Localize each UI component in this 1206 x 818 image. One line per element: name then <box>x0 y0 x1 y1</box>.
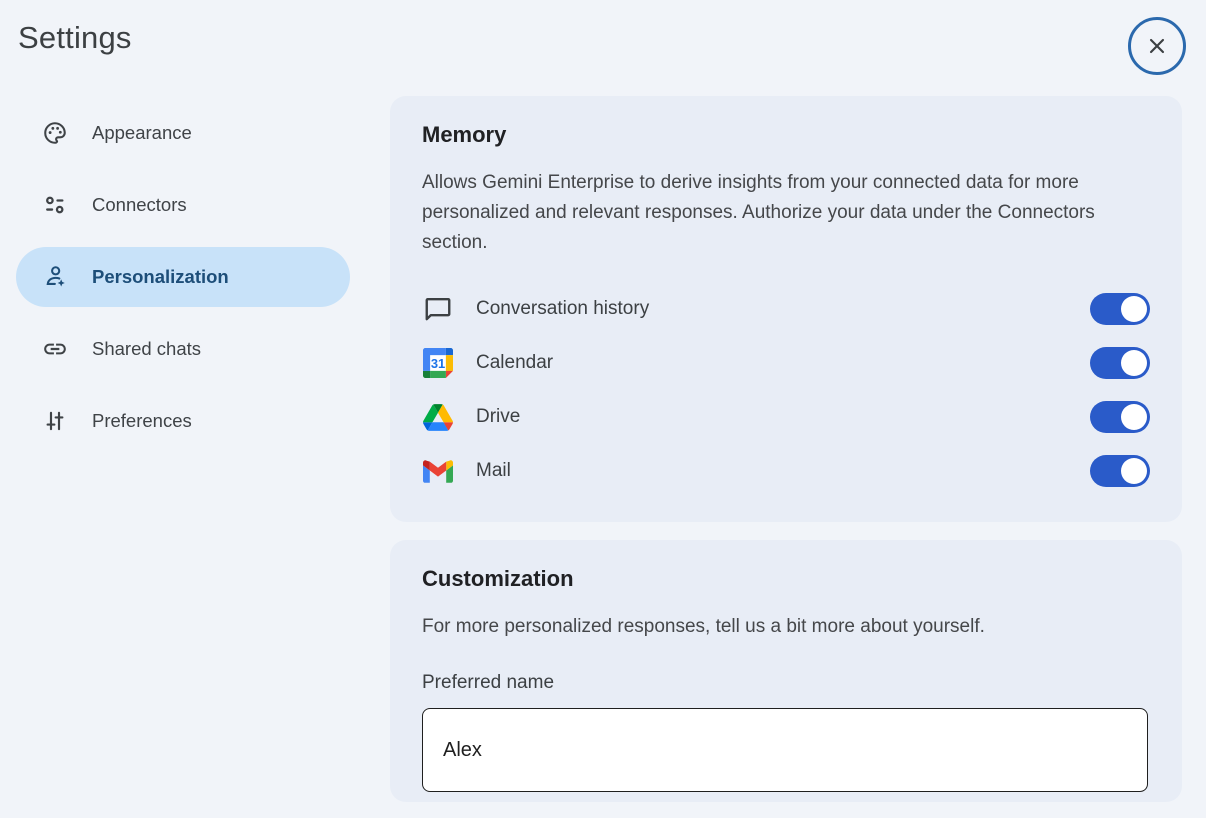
sidebar-item-label: Shared chats <box>92 338 201 360</box>
memory-title: Memory <box>422 122 1150 148</box>
memory-row-calendar: 31 Calendar <box>422 336 1150 390</box>
customization-title: Customization <box>422 566 1150 592</box>
toggle-knob <box>1121 296 1147 322</box>
connectors-icon <box>42 192 68 218</box>
toggle-calendar[interactable] <box>1090 347 1150 379</box>
google-calendar-icon: 31 <box>422 347 454 379</box>
page-title: Settings <box>18 20 132 56</box>
customization-description: For more personalized responses, tell us… <box>422 612 1128 642</box>
memory-row-label: Calendar <box>476 352 1090 374</box>
customization-card: Customization For more personalized resp… <box>390 540 1182 802</box>
chat-bubble-icon <box>422 293 454 325</box>
gmail-icon <box>422 455 454 487</box>
sidebar-item-preferences[interactable]: Preferences <box>16 391 350 451</box>
toggle-knob <box>1121 458 1147 484</box>
sidebar-item-label: Connectors <box>92 194 187 216</box>
toggle-conversation-history[interactable] <box>1090 293 1150 325</box>
toggle-mail[interactable] <box>1090 455 1150 487</box>
preferred-name-input[interactable] <box>422 708 1148 792</box>
sidebar-item-label: Appearance <box>92 122 192 144</box>
svg-text:31: 31 <box>431 356 445 371</box>
sidebar-item-shared-chats[interactable]: Shared chats <box>16 319 350 379</box>
settings-dialog: Settings Appearance Connectors Personaliza… <box>0 0 1206 818</box>
preferred-name-label: Preferred name <box>422 672 1150 694</box>
memory-description: Allows Gemini Enterprise to derive insig… <box>422 168 1128 258</box>
sidebar-item-label: Preferences <box>92 410 192 432</box>
memory-row-conversation-history: Conversation history <box>422 282 1150 336</box>
memory-rows: Conversation history 31 Calendar Drive Mail <box>422 282 1150 498</box>
link-icon <box>42 336 68 362</box>
palette-icon <box>42 120 68 146</box>
sidebar-item-appearance[interactable]: Appearance <box>16 103 350 163</box>
memory-card: Memory Allows Gemini Enterprise to deriv… <box>390 96 1182 522</box>
sidebar-item-label: Personalization <box>92 266 229 288</box>
sidebar-item-connectors[interactable]: Connectors <box>16 175 350 235</box>
sidebar: Appearance Connectors Personalization Share… <box>16 103 350 463</box>
close-icon <box>1144 33 1170 59</box>
memory-row-label: Drive <box>476 406 1090 428</box>
sidebar-item-personalization[interactable]: Personalization <box>16 247 350 307</box>
google-drive-icon <box>422 401 454 433</box>
sliders-icon <box>42 408 68 434</box>
personalization-sparkle-icon <box>42 264 68 290</box>
toggle-knob <box>1121 404 1147 430</box>
memory-row-label: Conversation history <box>476 298 1090 320</box>
memory-row-label: Mail <box>476 460 1090 482</box>
memory-row-mail: Mail <box>422 444 1150 498</box>
main-panel: Memory Allows Gemini Enterprise to deriv… <box>390 96 1182 802</box>
toggle-knob <box>1121 350 1147 376</box>
toggle-drive[interactable] <box>1090 401 1150 433</box>
close-button[interactable] <box>1128 17 1186 75</box>
memory-row-drive: Drive <box>422 390 1150 444</box>
